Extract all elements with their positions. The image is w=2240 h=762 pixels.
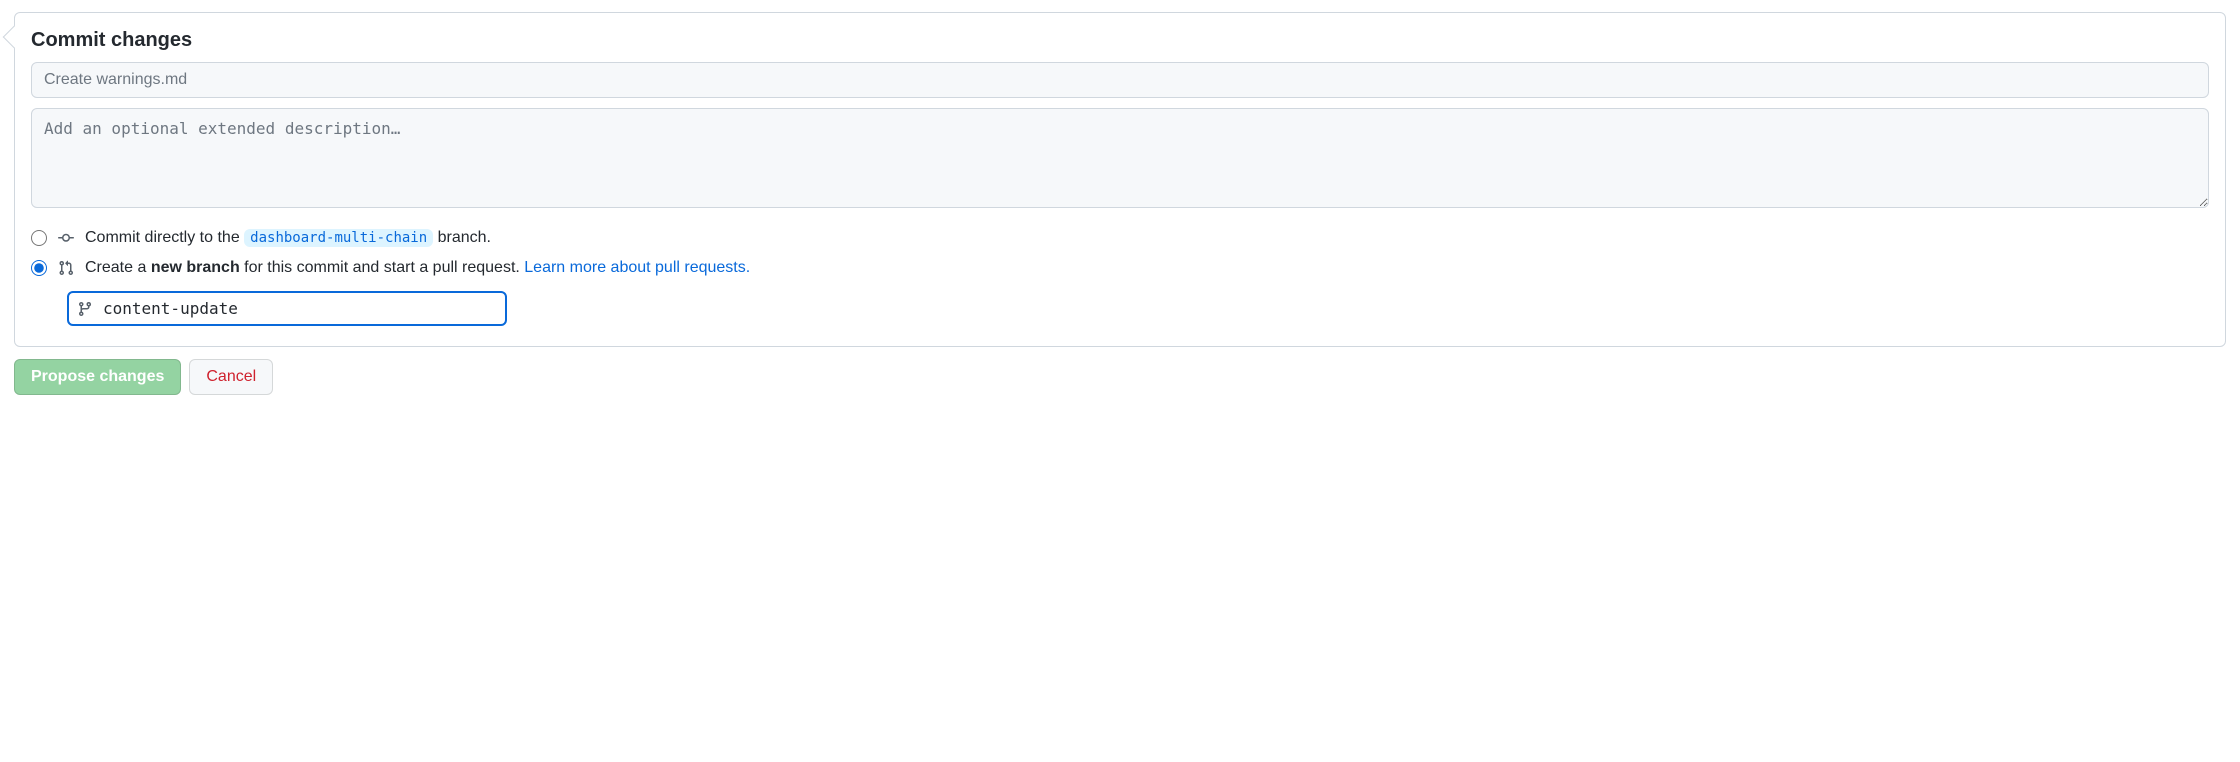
branch-name-input[interactable] bbox=[67, 291, 507, 326]
branch-tag: dashboard-multi-chain bbox=[244, 229, 433, 247]
learn-more-link[interactable]: Learn more about pull requests. bbox=[524, 259, 750, 276]
commit-description-textarea[interactable] bbox=[31, 108, 2209, 208]
form-actions: Propose changes Cancel bbox=[14, 359, 2226, 395]
commit-new-branch-option[interactable]: Create a new branch for this commit and … bbox=[31, 253, 2209, 283]
commit-changes-panel: Commit changes Commit directly to the da… bbox=[14, 12, 2226, 347]
panel-caret bbox=[3, 26, 26, 49]
commit-heading: Commit changes bbox=[31, 29, 2209, 52]
commit-new-branch-radio[interactable] bbox=[31, 260, 47, 276]
commit-summary-input[interactable] bbox=[31, 62, 2209, 98]
branch-name-field bbox=[67, 291, 507, 326]
commit-direct-radio[interactable] bbox=[31, 230, 47, 246]
git-commit-icon bbox=[57, 229, 75, 247]
propose-changes-button[interactable]: Propose changes bbox=[14, 359, 181, 395]
commit-direct-option[interactable]: Commit directly to the dashboard-multi-c… bbox=[31, 223, 2209, 253]
commit-direct-label[interactable]: Commit directly to the dashboard-multi-c… bbox=[85, 229, 491, 247]
commit-new-branch-label[interactable]: Create a new branch for this commit and … bbox=[85, 259, 750, 277]
cancel-button[interactable]: Cancel bbox=[189, 359, 273, 395]
git-pull-request-icon bbox=[57, 259, 75, 277]
git-branch-icon bbox=[77, 301, 93, 317]
